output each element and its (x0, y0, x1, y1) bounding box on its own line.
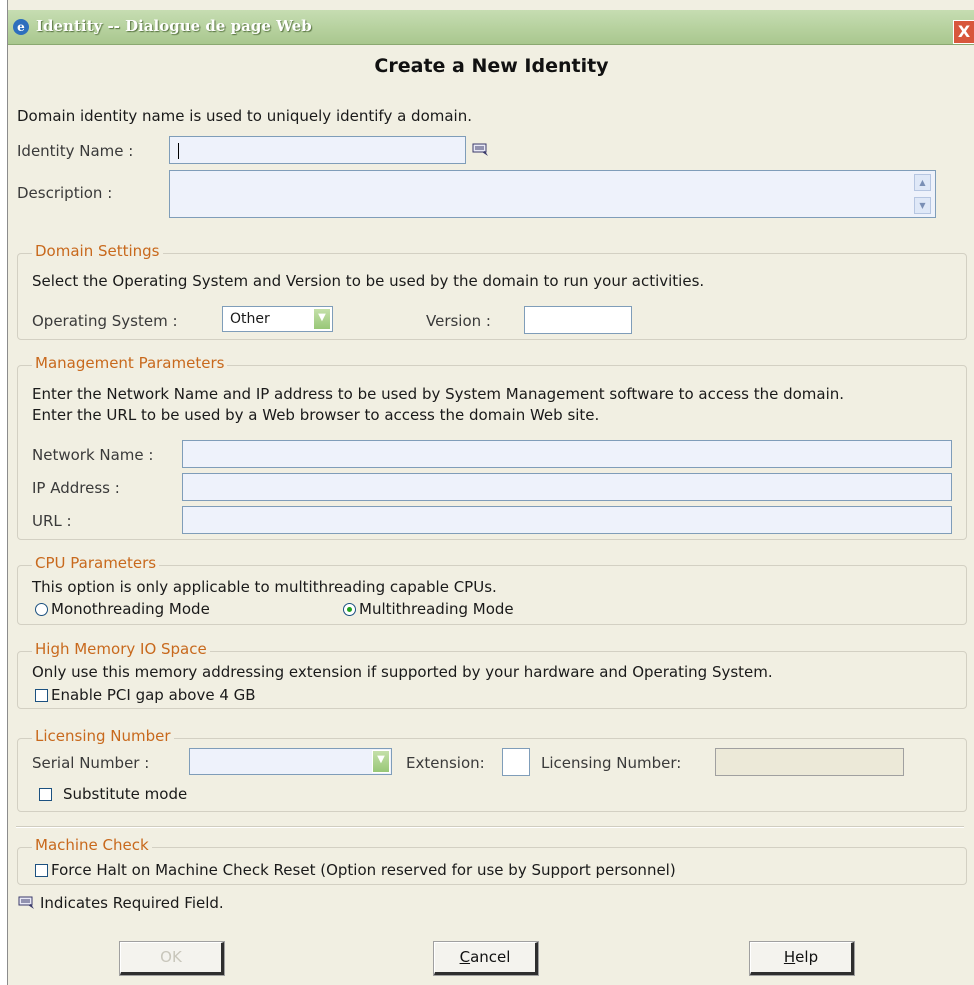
extension-label: Extension: (406, 754, 485, 772)
identity-name-input[interactable] (169, 136, 466, 164)
serial-number-label: Serial Number : (32, 754, 150, 772)
management-line1: Enter the Network Name and IP address to… (32, 385, 845, 403)
licensing-legend: Licensing Number (32, 727, 174, 745)
management-legend: Management Parameters (32, 354, 228, 372)
dialog-window: e Identity -- Dialogue de page Web X Cre… (7, 0, 974, 985)
high-memory-intro: Only use this memory addressing extensio… (32, 663, 773, 681)
ip-address-input[interactable] (182, 473, 952, 501)
version-input[interactable] (524, 306, 632, 334)
os-select[interactable]: Other ▼ (222, 306, 333, 332)
machine-check-legend: Machine Check (32, 836, 152, 854)
text-caret (178, 143, 179, 159)
required-field-icon (472, 143, 488, 156)
separator (16, 826, 964, 828)
force-halt-label[interactable]: Force Halt on Machine Check Reset (Optio… (51, 861, 676, 879)
multithreading-radio[interactable] (343, 603, 356, 616)
chevron-down-icon[interactable]: ▼ (372, 750, 390, 773)
multithreading-label[interactable]: Multithreading Mode (359, 600, 514, 618)
help-button[interactable]: Help (749, 941, 855, 976)
serial-number-select[interactable]: ▼ (189, 748, 392, 775)
scroll-down-icon[interactable]: ▼ (914, 197, 931, 214)
required-field-note: Indicates Required Field. (40, 894, 224, 912)
required-field-icon (18, 896, 34, 909)
management-line2: Enter the URL to be used by a Web browse… (32, 406, 600, 424)
description-label: Description : (17, 184, 113, 202)
ok-button[interactable]: OK (119, 941, 225, 976)
ip-address-label: IP Address : (32, 479, 120, 497)
network-name-input[interactable] (182, 440, 952, 468)
licensing-number-input[interactable] (715, 748, 904, 776)
identity-intro: Domain identity name is used to uniquely… (17, 107, 472, 125)
monothreading-radio[interactable] (35, 603, 48, 616)
title-bar[interactable]: e Identity -- Dialogue de page Web X (8, 10, 974, 45)
cancel-mnemonic: C (459, 948, 471, 966)
monothreading-label[interactable]: Monothreading Mode (51, 600, 210, 618)
page-title: Create a New Identity (374, 55, 609, 77)
licensing-number-label: Licensing Number: (541, 754, 682, 772)
scroll-up-icon[interactable]: ▲ (914, 174, 931, 191)
pci-gap-checkbox[interactable] (35, 689, 48, 702)
cancel-label: ancel (470, 948, 511, 966)
close-button[interactable]: X (953, 20, 974, 44)
pci-gap-label[interactable]: Enable PCI gap above 4 GB (51, 686, 256, 704)
os-value: Other (230, 311, 270, 327)
extension-input[interactable] (502, 748, 530, 776)
os-label: Operating System : (32, 312, 178, 330)
substitute-mode-checkbox[interactable] (39, 788, 52, 801)
description-textarea[interactable]: ▲ ▼ (169, 170, 936, 218)
ie-page-icon: e (13, 19, 29, 35)
force-halt-checkbox[interactable] (35, 864, 48, 877)
high-memory-legend: High Memory IO Space (32, 640, 210, 658)
window-title: Identity -- Dialogue de page Web (36, 17, 312, 35)
domain-settings-intro: Select the Operating System and Version … (32, 272, 705, 290)
network-name-label: Network Name : (32, 446, 154, 464)
chevron-down-icon[interactable]: ▼ (313, 308, 331, 330)
substitute-mode-label[interactable]: Substitute mode (63, 785, 187, 803)
domain-settings-legend: Domain Settings (32, 242, 163, 260)
cancel-button[interactable]: Cancel (433, 941, 539, 976)
url-input[interactable] (182, 506, 952, 534)
url-label: URL : (32, 512, 72, 530)
identity-name-label: Identity Name : (17, 142, 134, 160)
help-mnemonic: H (783, 948, 796, 966)
cpu-intro: This option is only applicable to multit… (32, 578, 497, 596)
help-label: elp (795, 948, 819, 966)
version-label: Version : (426, 312, 491, 330)
cpu-legend: CPU Parameters (32, 554, 160, 572)
